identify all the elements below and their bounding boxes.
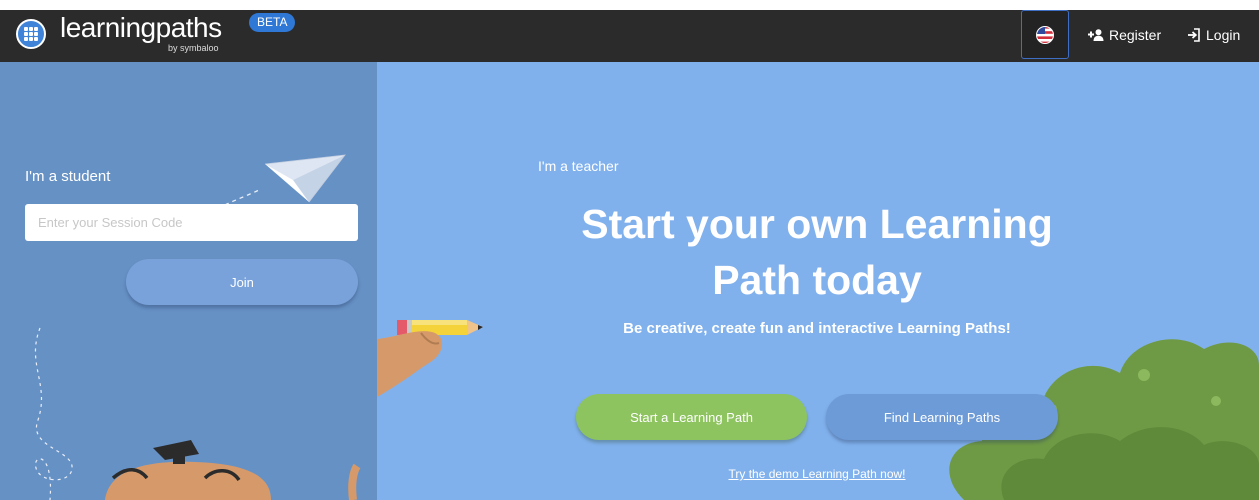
demo-learning-path-link[interactable]: Try the demo Learning Path now! [667, 467, 967, 481]
register-link[interactable]: Register [1088, 27, 1161, 43]
top-navigation-bar: learningpaths by symbaloo BETA Register [0, 10, 1259, 62]
hero-title: Start your own Learning Path today [581, 201, 1053, 303]
student-panel: I'm a student Join [0, 62, 377, 500]
logo-icon[interactable] [16, 19, 46, 49]
join-button[interactable]: Join [126, 259, 358, 305]
dashed-path-decoration [34, 327, 73, 500]
paper-plane-illustration [225, 154, 346, 206]
language-selector-button[interactable] [1021, 10, 1069, 59]
find-learning-paths-button[interactable]: Find Learning Paths [826, 394, 1058, 440]
teacher-panel: I'm a teacher Start your own Learning Pa… [377, 62, 1259, 500]
sign-in-icon [1188, 28, 1200, 42]
brand-subtitle: by symbaloo [168, 43, 219, 53]
beta-badge: BETA [249, 13, 296, 32]
brand-name[interactable]: learningpaths [60, 12, 222, 44]
teacher-label: I'm a teacher [538, 158, 619, 174]
register-label: Register [1109, 27, 1162, 43]
user-plus-icon [1088, 29, 1104, 41]
hand-pencil-illustration [377, 320, 483, 397]
login-link[interactable]: Login [1187, 27, 1240, 43]
hero-subtitle: Be creative, create fun and interactive … [623, 320, 1011, 337]
us-flag-icon [1036, 25, 1054, 44]
student-label: I'm a student [25, 168, 111, 185]
student-character-illustration [105, 440, 361, 500]
login-label: Login [1206, 27, 1241, 43]
start-learning-path-button[interactable]: Start a Learning Path [576, 394, 807, 440]
session-code-input[interactable] [25, 204, 358, 241]
